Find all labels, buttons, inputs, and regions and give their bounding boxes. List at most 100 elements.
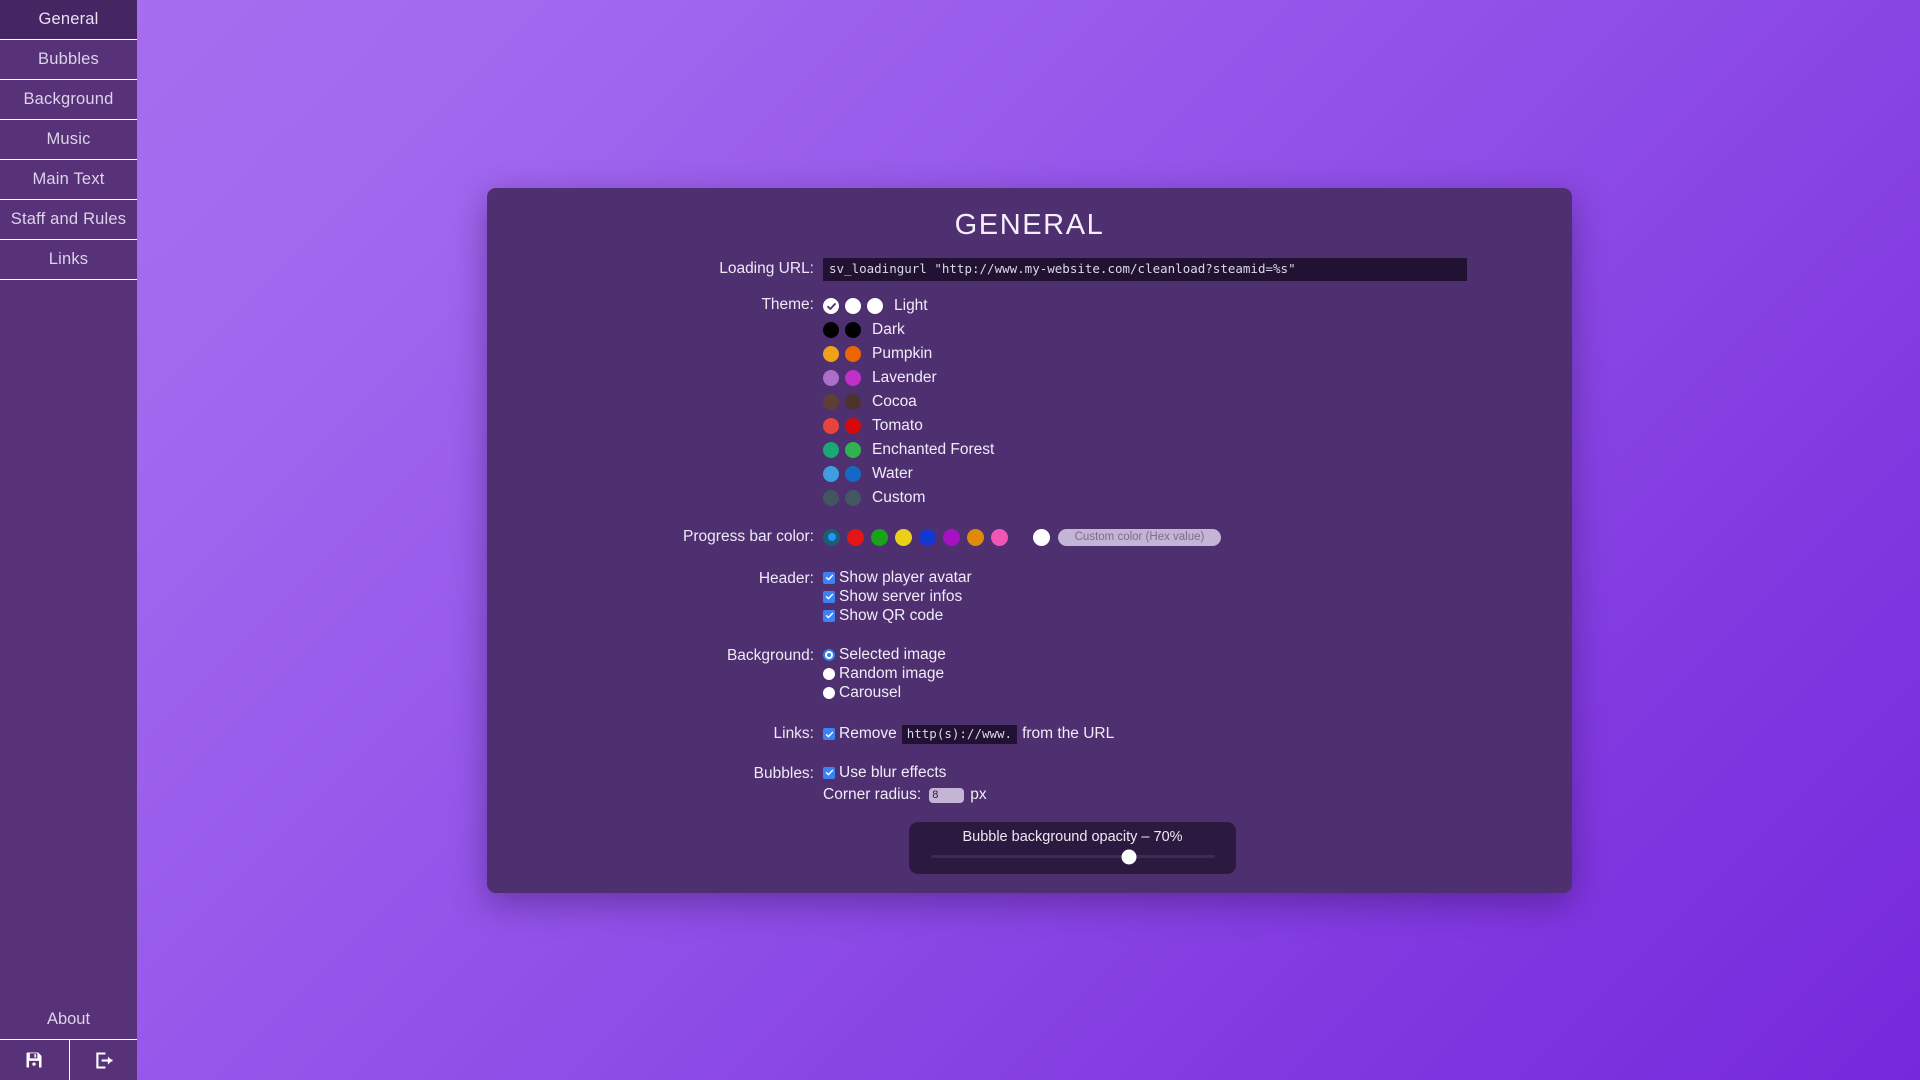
theme-swatch[interactable]: [845, 490, 861, 506]
row-header-options: Header: Show player avatar Show server in…: [487, 568, 1572, 625]
settings-panel: GENERAL Loading URL: Theme: Light Dark Pum…: [487, 188, 1572, 893]
links-remove-text-before: Remove: [839, 725, 897, 742]
theme-swatch[interactable]: [845, 322, 861, 338]
background-option: Selected image: [823, 645, 1572, 664]
sidebar-item-about[interactable]: About: [0, 1000, 137, 1040]
sidebar-item-label: Staff and Rules: [10, 210, 127, 228]
bubbles-blur-option: Use blur effects: [823, 763, 1572, 782]
links-body: Remove http(s)://www. from the URL: [823, 724, 1572, 744]
theme-swatch[interactable]: [845, 346, 861, 362]
theme-swatch[interactable]: [823, 346, 839, 362]
bubble-opacity-panel: Bubble background opacity – 70%: [909, 822, 1236, 874]
theme-swatch[interactable]: [867, 298, 883, 314]
theme-option[interactable]: Enchanted Forest: [823, 438, 1572, 462]
sidebar-item-bubbles[interactable]: Bubbles: [0, 40, 137, 80]
background-option-radio[interactable]: [823, 686, 835, 699]
links-label: Links:: [773, 725, 815, 742]
sidebar-item-background[interactable]: Background: [0, 80, 137, 120]
theme-swatch[interactable]: [823, 490, 839, 506]
background-option: Random image: [823, 664, 1572, 683]
progress-bar-color-swatch[interactable]: [847, 528, 864, 546]
theme-swatch[interactable]: [823, 466, 839, 482]
theme-swatch[interactable]: [845, 442, 861, 458]
header-option-list: Show player avatar Show server infos Show …: [823, 568, 1572, 625]
theme-swatch[interactable]: [845, 394, 861, 410]
loading-url-input[interactable]: [823, 258, 1467, 281]
bubbles-body: Use blur effects Corner radius: px Bubbl…: [823, 763, 1572, 874]
progress-bar-color-swatch[interactable]: [991, 528, 1008, 546]
theme-option[interactable]: Tomato: [823, 414, 1572, 438]
theme-option[interactable]: Pumpkin: [823, 342, 1572, 366]
theme-option-label: Tomato: [872, 417, 923, 434]
exit-button[interactable]: [68, 1040, 138, 1080]
progress-bar-color-swatch[interactable]: [919, 528, 936, 546]
theme-option[interactable]: Dark: [823, 318, 1572, 342]
progress-bar-color-swatch[interactable]: [967, 528, 984, 546]
progress-bar-color-swatch[interactable]: [895, 528, 912, 546]
theme-swatch[interactable]: [845, 418, 861, 434]
theme-swatch[interactable]: [823, 298, 839, 314]
progress-bar-color-swatch[interactable]: [871, 528, 888, 546]
links-remove-option: Remove http(s)://www. from the URL: [823, 724, 1572, 744]
links-remove-checkbox[interactable]: [823, 728, 835, 740]
header-option-label: Show QR code: [839, 606, 944, 624]
theme-option[interactable]: Cocoa: [823, 390, 1572, 414]
theme-swatch[interactable]: [845, 466, 861, 482]
progress-bar-white-swatch[interactable]: [1033, 528, 1050, 546]
loading-url-label: Loading URL:: [719, 260, 814, 277]
sidebar-item-main-text[interactable]: Main Text: [0, 160, 137, 200]
background-option-label: Carousel: [839, 683, 902, 701]
theme-label: Theme:: [761, 296, 814, 313]
theme-option-label: Dark: [872, 321, 905, 338]
bubbles-radius-label: Corner radius:: [823, 786, 922, 803]
background-option-radio[interactable]: [823, 667, 835, 680]
header-label: Header:: [758, 570, 814, 587]
bubbles-label: Bubbles:: [753, 765, 814, 782]
header-option-checkbox[interactable]: [823, 571, 835, 584]
selected-dot: [827, 533, 836, 541]
custom-color-input[interactable]: [1058, 528, 1221, 546]
bubbles-blur-checkbox[interactable]: [823, 766, 835, 779]
row-background-options: Background: Selected image Random image Ca…: [487, 645, 1572, 702]
progress-bar-color-swatch[interactable]: [823, 528, 840, 546]
check-icon: [825, 612, 833, 619]
check-icon: [825, 593, 833, 600]
theme-swatch[interactable]: [845, 298, 861, 314]
theme-option[interactable]: Water: [823, 462, 1572, 486]
background-option-label: Random image: [839, 664, 945, 682]
header-option-label: Show server infos: [839, 587, 963, 605]
header-option-checkbox[interactable]: [823, 609, 835, 622]
sidebar-item-general[interactable]: General: [0, 0, 137, 40]
theme-swatch[interactable]: [823, 394, 839, 410]
sidebar-item-staff-and-rules[interactable]: Staff and Rules: [0, 200, 137, 240]
save-button[interactable]: [0, 1040, 69, 1080]
radio-dot: [827, 652, 831, 657]
theme-swatch[interactable]: [845, 370, 861, 386]
theme-option-label: Cocoa: [872, 393, 917, 410]
bubble-opacity-slider-thumb[interactable]: [1121, 849, 1137, 864]
sidebar-item-music[interactable]: Music: [0, 120, 137, 160]
background-option-radio[interactable]: [823, 648, 835, 661]
sidebar-item-label: Music: [46, 130, 91, 148]
check-icon: [825, 574, 833, 581]
theme-option[interactable]: Light: [823, 294, 1572, 318]
row-progress-bar-color: Progress bar color:: [487, 526, 1572, 548]
theme-option-label: Lavender: [872, 369, 937, 386]
theme-option-label: Custom: [872, 489, 926, 506]
sidebar-item-links[interactable]: Links: [0, 240, 137, 280]
theme-option[interactable]: Lavender: [823, 366, 1572, 390]
theme-option[interactable]: Custom: [823, 486, 1572, 510]
save-icon: [24, 1050, 44, 1070]
background-label: Background:: [726, 647, 814, 664]
sidebar-item-label: General: [38, 10, 99, 28]
progress-bar-color-swatch[interactable]: [943, 528, 960, 546]
bubble-opacity-slider[interactable]: [930, 849, 1215, 864]
header-option-checkbox[interactable]: [823, 590, 835, 603]
theme-option-label: Enchanted Forest: [872, 441, 995, 458]
theme-swatch[interactable]: [823, 322, 839, 338]
theme-swatch[interactable]: [823, 418, 839, 434]
corner-radius-input[interactable]: [929, 787, 965, 803]
theme-swatch[interactable]: [823, 442, 839, 458]
theme-swatch[interactable]: [823, 370, 839, 386]
row-bubbles: Bubbles: Use blur effects Corner radius:…: [487, 763, 1572, 874]
